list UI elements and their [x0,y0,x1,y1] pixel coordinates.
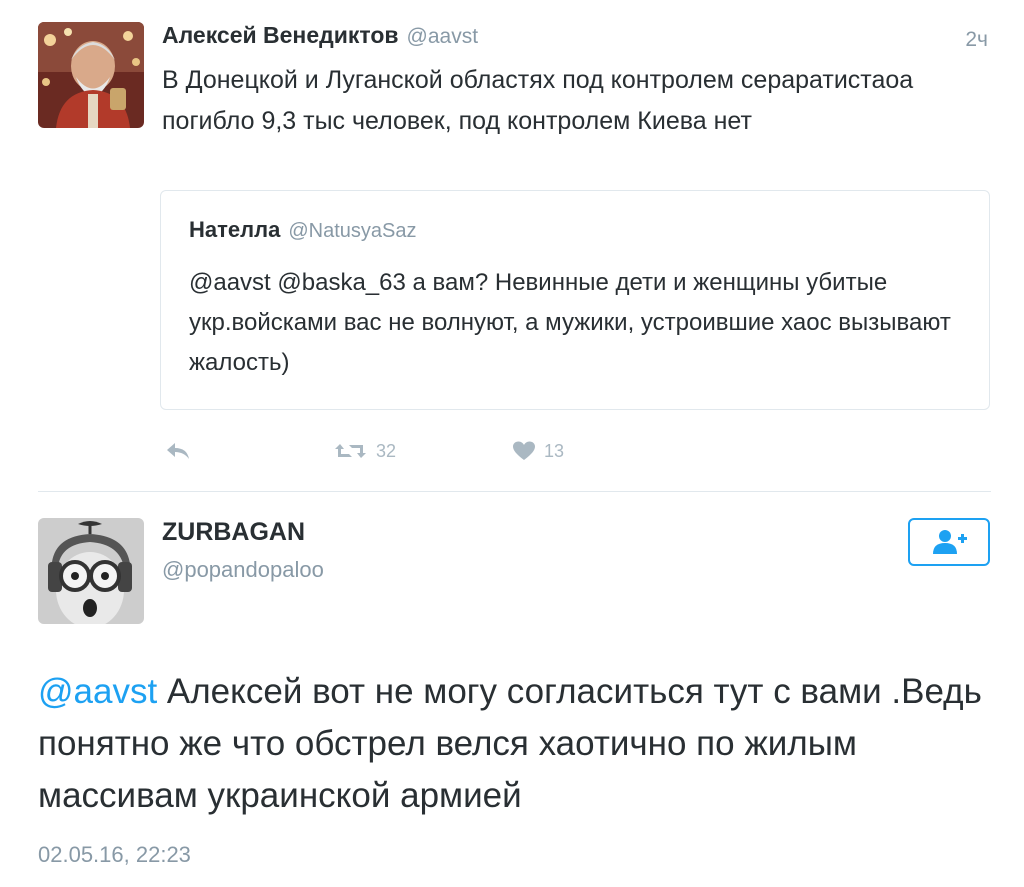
author-name[interactable]: Алексей Венедиктов [162,22,399,49]
author-avatar[interactable] [38,22,144,128]
follow-button[interactable] [908,518,990,566]
tweet-header: Алексей Венедиктов @aavst 2ч [162,22,992,58]
quoted-tweet[interactable]: Нателла @NatusyaSaz @aavst @baska_63 а в… [160,190,990,410]
avatar-photo [38,22,144,128]
reply-button[interactable] [164,440,192,462]
quoted-tweet-text: @aavst @baska_63 а вам? Невинные дети и … [189,269,951,376]
heart-icon [513,441,535,460]
retweet-icon [335,444,366,458]
retweet-count: 32 [376,440,397,461]
quoted-tweet-header: Нателла @NatusyaSaz [189,217,416,243]
mention-link[interactable]: @aavst [38,672,157,711]
tweet-time[interactable]: 2ч [965,28,988,52]
retweet-button[interactable]: 32 [334,440,396,462]
quoted-author-handle: @NatusyaSaz [288,220,417,242]
like-count: 13 [544,440,565,461]
author-avatar[interactable] [38,518,144,624]
reply-icon [167,443,189,459]
author-name[interactable]: ZURBAGAN [162,518,305,547]
add-user-icon [933,530,967,554]
quoted-author-name: Нателла [189,217,281,242]
author-handle[interactable]: @popandopaloo [162,557,324,583]
avatar-photo [38,518,144,624]
tweet-actions: 32 13 [162,440,762,470]
tweet-divider [38,491,991,492]
author-handle[interactable]: @aavst [407,25,479,49]
tweet-body: Алексей вот не могу согласиться тут с ва… [38,672,982,815]
tweet-text: @aavst Алексей вот не могу согласиться т… [38,666,998,822]
like-button[interactable]: 13 [512,440,564,462]
tweet-date[interactable]: 02.05.16, 22:23 [38,842,191,868]
tweet-text: В Донецкой и Луганской областях под конт… [162,66,914,135]
